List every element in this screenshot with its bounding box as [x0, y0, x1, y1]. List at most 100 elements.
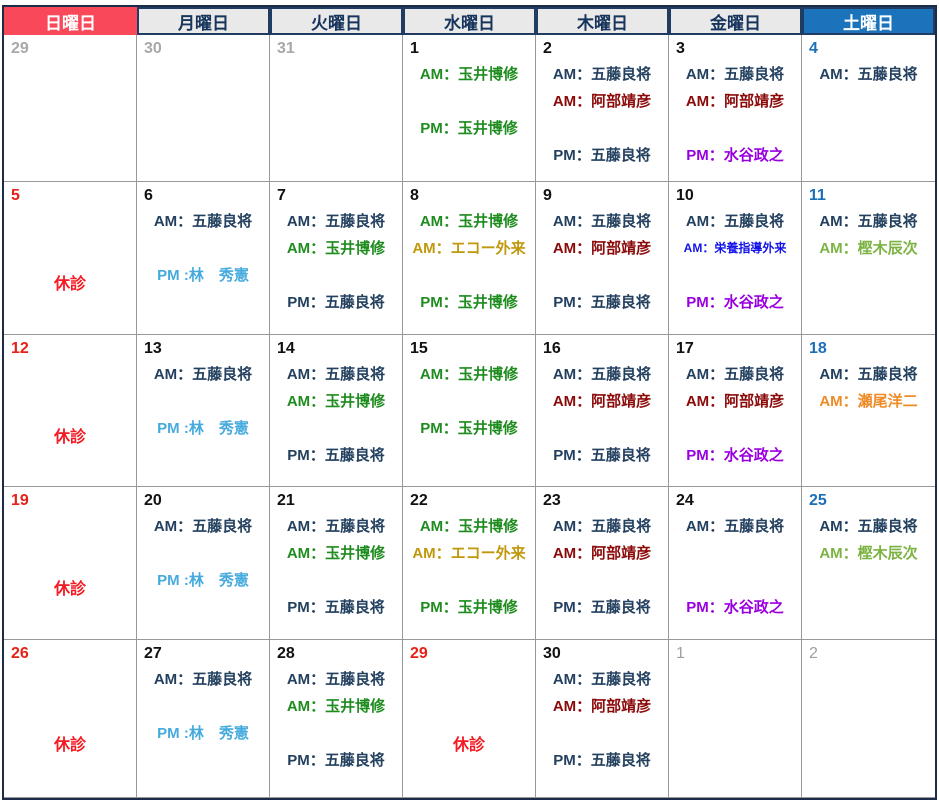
- entry-spacer: [406, 88, 532, 115]
- schedule-entry: PM：五藤良将: [273, 747, 399, 774]
- schedule-calendar: 日曜日月曜日火曜日水曜日木曜日金曜日土曜日2930311AM：玉井博修PM：玉井…: [2, 5, 937, 800]
- schedule-entry: PM：五藤良将: [539, 594, 665, 621]
- schedule-entry: AM：五藤良将: [805, 208, 932, 235]
- schedule-entry: AM：玉井博修: [406, 61, 532, 88]
- schedule-entry: AM：玉井博修: [273, 693, 399, 720]
- entry-spacer: [140, 540, 266, 567]
- entry-spacer: [672, 567, 798, 594]
- day-cell: 2AM：五藤良将AM：阿部靖彦 PM：五藤良将: [536, 35, 669, 182]
- day-number: 17: [672, 337, 798, 361]
- day-number: 27: [140, 642, 266, 666]
- closed-label: 休診: [4, 270, 136, 294]
- day-number: 2: [805, 642, 932, 666]
- day-cell: 21AM：五藤良将AM：玉井博修PM：五藤良将: [270, 487, 403, 640]
- entry-spacer: [539, 567, 665, 594]
- schedule-entry: AM：五藤良将: [805, 361, 932, 388]
- day-number: 1: [406, 37, 532, 61]
- day-cell: 19 休診: [4, 487, 137, 640]
- schedule-entry: AM：五藤良将: [672, 513, 798, 540]
- weekday-header-tuesday: 火曜日: [270, 7, 403, 35]
- day-cell: 1AM：玉井博修 PM：玉井博修: [403, 35, 536, 182]
- day-cell: 1: [669, 640, 802, 798]
- day-cell: 11AM：五藤良将AM：樫木辰次: [802, 182, 935, 335]
- day-number: 7: [273, 184, 399, 208]
- day-number: 19: [7, 489, 133, 513]
- weekday-header-sunday: 日曜日: [4, 7, 137, 35]
- schedule-entry: AM：五藤良将: [539, 361, 665, 388]
- schedule-entry: AM：玉井博修: [406, 208, 532, 235]
- schedule-entry: PM：水谷政之: [672, 142, 798, 169]
- schedule-entry: AM：瀬尾洋二: [805, 388, 932, 415]
- schedule-entry: AM：阿部靖彦: [539, 235, 665, 262]
- entry-spacer: [140, 693, 266, 720]
- schedule-entry: AM：玉井博修: [273, 540, 399, 567]
- weekday-header-wednesday: 水曜日: [403, 7, 536, 35]
- day-number: 2: [539, 37, 665, 61]
- day-number: 11: [805, 184, 932, 208]
- schedule-entry: AM：五藤良将: [140, 666, 266, 693]
- schedule-entry: PM：玉井博修: [406, 115, 532, 142]
- schedule-entry: AM：阿部靖彦: [539, 88, 665, 115]
- schedule-entry: AM：五藤良将: [140, 513, 266, 540]
- day-number: 29: [7, 37, 133, 61]
- day-cell: 10AM：五藤良将AM：栄養指導外来PM：水谷政之: [669, 182, 802, 335]
- schedule-entry: PM：水谷政之: [672, 594, 798, 621]
- day-number: 8: [406, 184, 532, 208]
- day-cell: 4AM：五藤良将: [802, 35, 935, 182]
- day-number: 9: [539, 184, 665, 208]
- entry-spacer: [539, 415, 665, 442]
- day-number: 10: [672, 184, 798, 208]
- schedule-entry: AM：五藤良将: [140, 361, 266, 388]
- closed-label: 休診: [4, 423, 136, 447]
- day-cell: 13AM：五藤良将PM :林 秀憲: [137, 335, 270, 487]
- closed-label: 休診: [4, 575, 136, 599]
- entry-spacer: [140, 235, 266, 262]
- day-number: 28: [273, 642, 399, 666]
- weekday-header-thursday: 木曜日: [536, 7, 669, 35]
- schedule-entry: PM：五藤良将: [539, 142, 665, 169]
- day-cell: 14AM：五藤良将AM：玉井博修PM：五藤良将: [270, 335, 403, 487]
- entry-spacer: [539, 115, 665, 142]
- day-number: 1: [672, 642, 798, 666]
- schedule-entry: PM：玉井博修: [406, 594, 532, 621]
- day-cell: 25AM：五藤良将AM：樫木辰次: [802, 487, 935, 640]
- day-number: 14: [273, 337, 399, 361]
- closed-label: 休診: [403, 731, 535, 755]
- entry-spacer: [672, 540, 798, 567]
- schedule-entry: PM：水谷政之: [672, 289, 798, 316]
- schedule-entry: PM：五藤良将: [539, 289, 665, 316]
- schedule-entry: PM：五藤良将: [539, 747, 665, 774]
- weekday-header-monday: 月曜日: [137, 7, 270, 35]
- day-cell: 18AM：五藤良将AM：瀬尾洋二: [802, 335, 935, 487]
- day-cell: 28AM：五藤良将AM：玉井博修PM：五藤良将: [270, 640, 403, 798]
- schedule-entry: AM：五藤良将: [672, 61, 798, 88]
- entry-spacer: [273, 567, 399, 594]
- schedule-entry: PM：五藤良将: [273, 442, 399, 469]
- day-cell: 5休診: [4, 182, 137, 335]
- day-number: 24: [672, 489, 798, 513]
- entry-spacer: [273, 415, 399, 442]
- schedule-entry: PM：玉井博修: [406, 289, 532, 316]
- day-cell: 8AM：玉井博修AM：エコー外来PM：玉井博修: [403, 182, 536, 335]
- schedule-entry: AM：エコー外来: [406, 540, 532, 567]
- day-cell: 16AM：五藤良将AM：阿部靖彦PM：五藤良将: [536, 335, 669, 487]
- day-cell: 7AM：五藤良将AM：玉井博修PM：五藤良将: [270, 182, 403, 335]
- schedule-entry: AM：五藤良将: [273, 513, 399, 540]
- day-cell: 2: [802, 640, 935, 798]
- schedule-entry: AM：五藤良将: [539, 61, 665, 88]
- day-number: 4: [805, 37, 932, 61]
- entry-spacer: [140, 388, 266, 415]
- schedule-entry: AM：阿部靖彦: [672, 88, 798, 115]
- day-number: 22: [406, 489, 532, 513]
- day-cell: 24AM：五藤良将 PM：水谷政之: [669, 487, 802, 640]
- schedule-entry: PM：水谷政之: [672, 442, 798, 469]
- day-cell: 30: [137, 35, 270, 182]
- schedule-entry: AM：五藤良将: [539, 208, 665, 235]
- day-number: 6: [140, 184, 266, 208]
- schedule-entry: AM：栄養指導外来: [672, 235, 798, 262]
- schedule-entry: AM：五藤良将: [805, 61, 932, 88]
- day-cell: 23AM：五藤良将AM：阿部靖彦PM：五藤良将: [536, 487, 669, 640]
- schedule-entry: PM :林 秀憲: [140, 720, 266, 747]
- schedule-entry: AM：阿部靖彦: [539, 388, 665, 415]
- day-cell: 3AM：五藤良将AM：阿部靖彦PM：水谷政之: [669, 35, 802, 182]
